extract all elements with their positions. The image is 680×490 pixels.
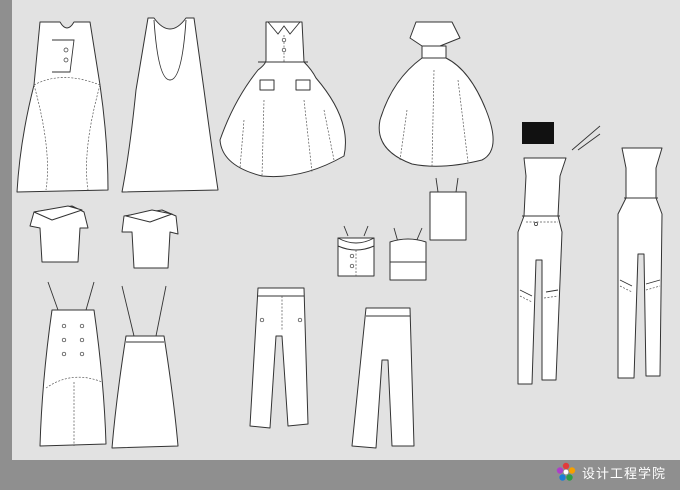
jumpsuit-corset-front (517, 157, 567, 385)
top-camisole (429, 177, 467, 241)
top-cowl-neck-right (121, 209, 179, 269)
sketch-sheet (16, 17, 663, 449)
skirt-suspender-panel (39, 281, 107, 447)
jumpsuit-corset-back (617, 147, 663, 379)
design-canvas (12, 0, 680, 460)
skirt-suspender-plain (111, 285, 179, 449)
trousers-wide-leg-buttoned (249, 287, 309, 429)
color-swatch-black (522, 122, 554, 144)
swatch-pin-marks (571, 125, 601, 151)
dress-collared-flare (219, 21, 346, 178)
top-bandeau-strappy (389, 227, 427, 281)
top-strappy-ruffle (337, 225, 375, 277)
flower-logo-icon (556, 462, 576, 481)
dress-off-shoulder-flare (378, 21, 494, 167)
dress-backless (121, 17, 219, 193)
top-cowl-neck-left (29, 205, 89, 263)
school-watermark: 设计工程学院 (556, 462, 666, 482)
dress-sleeveless-asymmetric (16, 21, 109, 193)
watermark-text: 设计工程学院 (581, 466, 666, 482)
trousers-wide-leg-plain (351, 307, 415, 449)
